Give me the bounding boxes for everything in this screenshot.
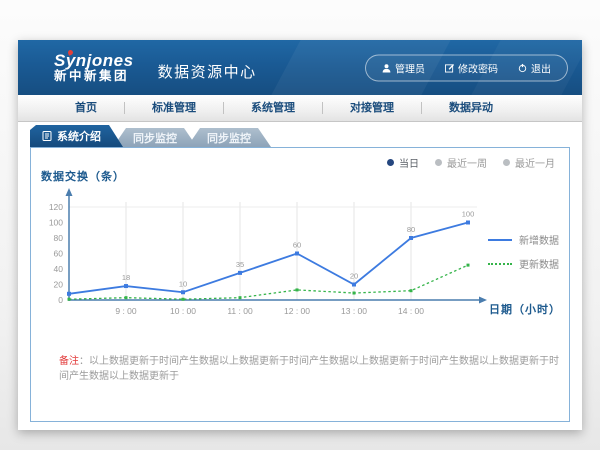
main-nav: 首页 标准管理 系统管理 对接管理 数据异动 <box>18 95 582 122</box>
nav-item-standard-mgmt[interactable]: 标准管理 <box>124 102 223 114</box>
svg-text:11 : 00: 11 : 00 <box>227 306 253 316</box>
radio-dot-icon <box>503 159 510 166</box>
tab-sync-monitor-2[interactable]: 同步监控 <box>187 128 271 147</box>
tab-sync-monitor-1[interactable]: 同步监控 <box>113 128 197 147</box>
line-swatch-icon <box>488 239 512 241</box>
tab-bar: 系统介绍 同步监控 同步监控 <box>30 125 271 147</box>
y-axis-label: 数据交换（条） <box>41 168 125 184</box>
footnote: 备注：以上数据更新于时间产生数据以上数据更新于时间产生数据以上数据更新于时间产生… <box>59 354 559 384</box>
radio-last-week[interactable]: 最近一周 <box>435 155 487 170</box>
time-range-filter: 当日 最近一周 最近一月 <box>387 155 555 170</box>
nav-item-data-change[interactable]: 数据异动 <box>421 102 520 114</box>
svg-text:9 : 00: 9 : 00 <box>115 306 137 316</box>
footnote-prefix: 备注 <box>59 356 79 367</box>
svg-text:18: 18 <box>122 273 130 282</box>
footnote-text: ：以上数据更新于时间产生数据以上数据更新于时间产生数据以上数据更新于时间产生数据… <box>59 356 559 382</box>
svg-text:80: 80 <box>407 225 415 234</box>
company-logo: Synjones 新中新集团 <box>54 52 134 83</box>
svg-text:60: 60 <box>293 241 301 250</box>
svg-text:35: 35 <box>236 260 244 269</box>
change-password-button[interactable]: 修改密码 <box>435 59 508 76</box>
chart-panel: 当日 最近一周 最近一月 数据交换（条） 0 20 40 60 80 100 120 9 : … <box>30 147 570 422</box>
tab-system-intro[interactable]: 系统介绍 <box>30 125 123 147</box>
y-tick-labels: 0 20 40 60 80 100 120 <box>49 202 63 305</box>
radio-dot-icon <box>435 159 442 166</box>
svg-text:100: 100 <box>49 218 63 228</box>
svg-text:40: 40 <box>54 264 64 274</box>
logout-button[interactable]: 退出 <box>508 59 561 76</box>
power-icon <box>518 63 527 72</box>
svg-text:14 : 00: 14 : 00 <box>398 306 424 316</box>
nav-item-system-mgmt[interactable]: 系统管理 <box>223 102 322 114</box>
edit-icon <box>445 63 454 72</box>
legend-item-new-data[interactable]: 新增数据 <box>488 232 559 247</box>
svg-text:120: 120 <box>49 202 63 212</box>
series-1 <box>68 264 470 301</box>
logo-text: Synjones <box>54 52 134 70</box>
series-0: 18 10 35 60 20 80 100 <box>67 210 474 296</box>
radio-dot-icon <box>387 159 394 166</box>
grid-lines <box>69 202 477 300</box>
account-button[interactable]: 管理员 <box>372 59 435 76</box>
svg-text:12 : 00: 12 : 00 <box>284 306 310 316</box>
svg-text:13 : 00: 13 : 00 <box>341 306 367 316</box>
legend-item-update-data[interactable]: 更新数据 <box>488 256 559 271</box>
app-header: Synjones 新中新集团 数据资源中心 管理员 修改密码 退出 <box>18 40 582 95</box>
svg-text:20: 20 <box>350 272 358 281</box>
radio-last-month[interactable]: 最近一月 <box>503 155 555 170</box>
radio-today[interactable]: 当日 <box>387 155 419 170</box>
exchange-line-chart: 0 20 40 60 80 100 120 9 : 00 10 : 00 11 : 00 12 : … <box>39 184 509 326</box>
nav-item-home[interactable]: 首页 <box>48 102 124 114</box>
user-icon <box>382 63 391 72</box>
svg-text:60: 60 <box>54 249 64 259</box>
chart-legend: 新增数据 更新数据 <box>488 232 559 271</box>
svg-text:80: 80 <box>54 233 64 243</box>
x-axis-label: 日期（小时） <box>489 301 561 317</box>
logo-subtext: 新中新集团 <box>54 70 134 83</box>
svg-text:20: 20 <box>54 280 64 290</box>
app-window: Synjones 新中新集团 数据资源中心 管理员 修改密码 退出 首页 标准管… <box>18 40 582 430</box>
page-title: 数据资源中心 <box>158 61 257 82</box>
x-tick-labels: 9 : 00 10 : 00 11 : 00 12 : 00 13 : 00 14 : 0… <box>115 306 424 316</box>
svg-text:100: 100 <box>462 210 475 219</box>
nav-item-interface-mgmt[interactable]: 对接管理 <box>322 102 421 114</box>
svg-text:10: 10 <box>179 279 187 288</box>
dotted-swatch-icon <box>488 263 512 265</box>
svg-text:10 : 00: 10 : 00 <box>170 306 196 316</box>
svg-text:0: 0 <box>58 295 63 305</box>
user-menu: 管理员 修改密码 退出 <box>365 54 568 81</box>
document-icon <box>42 131 52 141</box>
